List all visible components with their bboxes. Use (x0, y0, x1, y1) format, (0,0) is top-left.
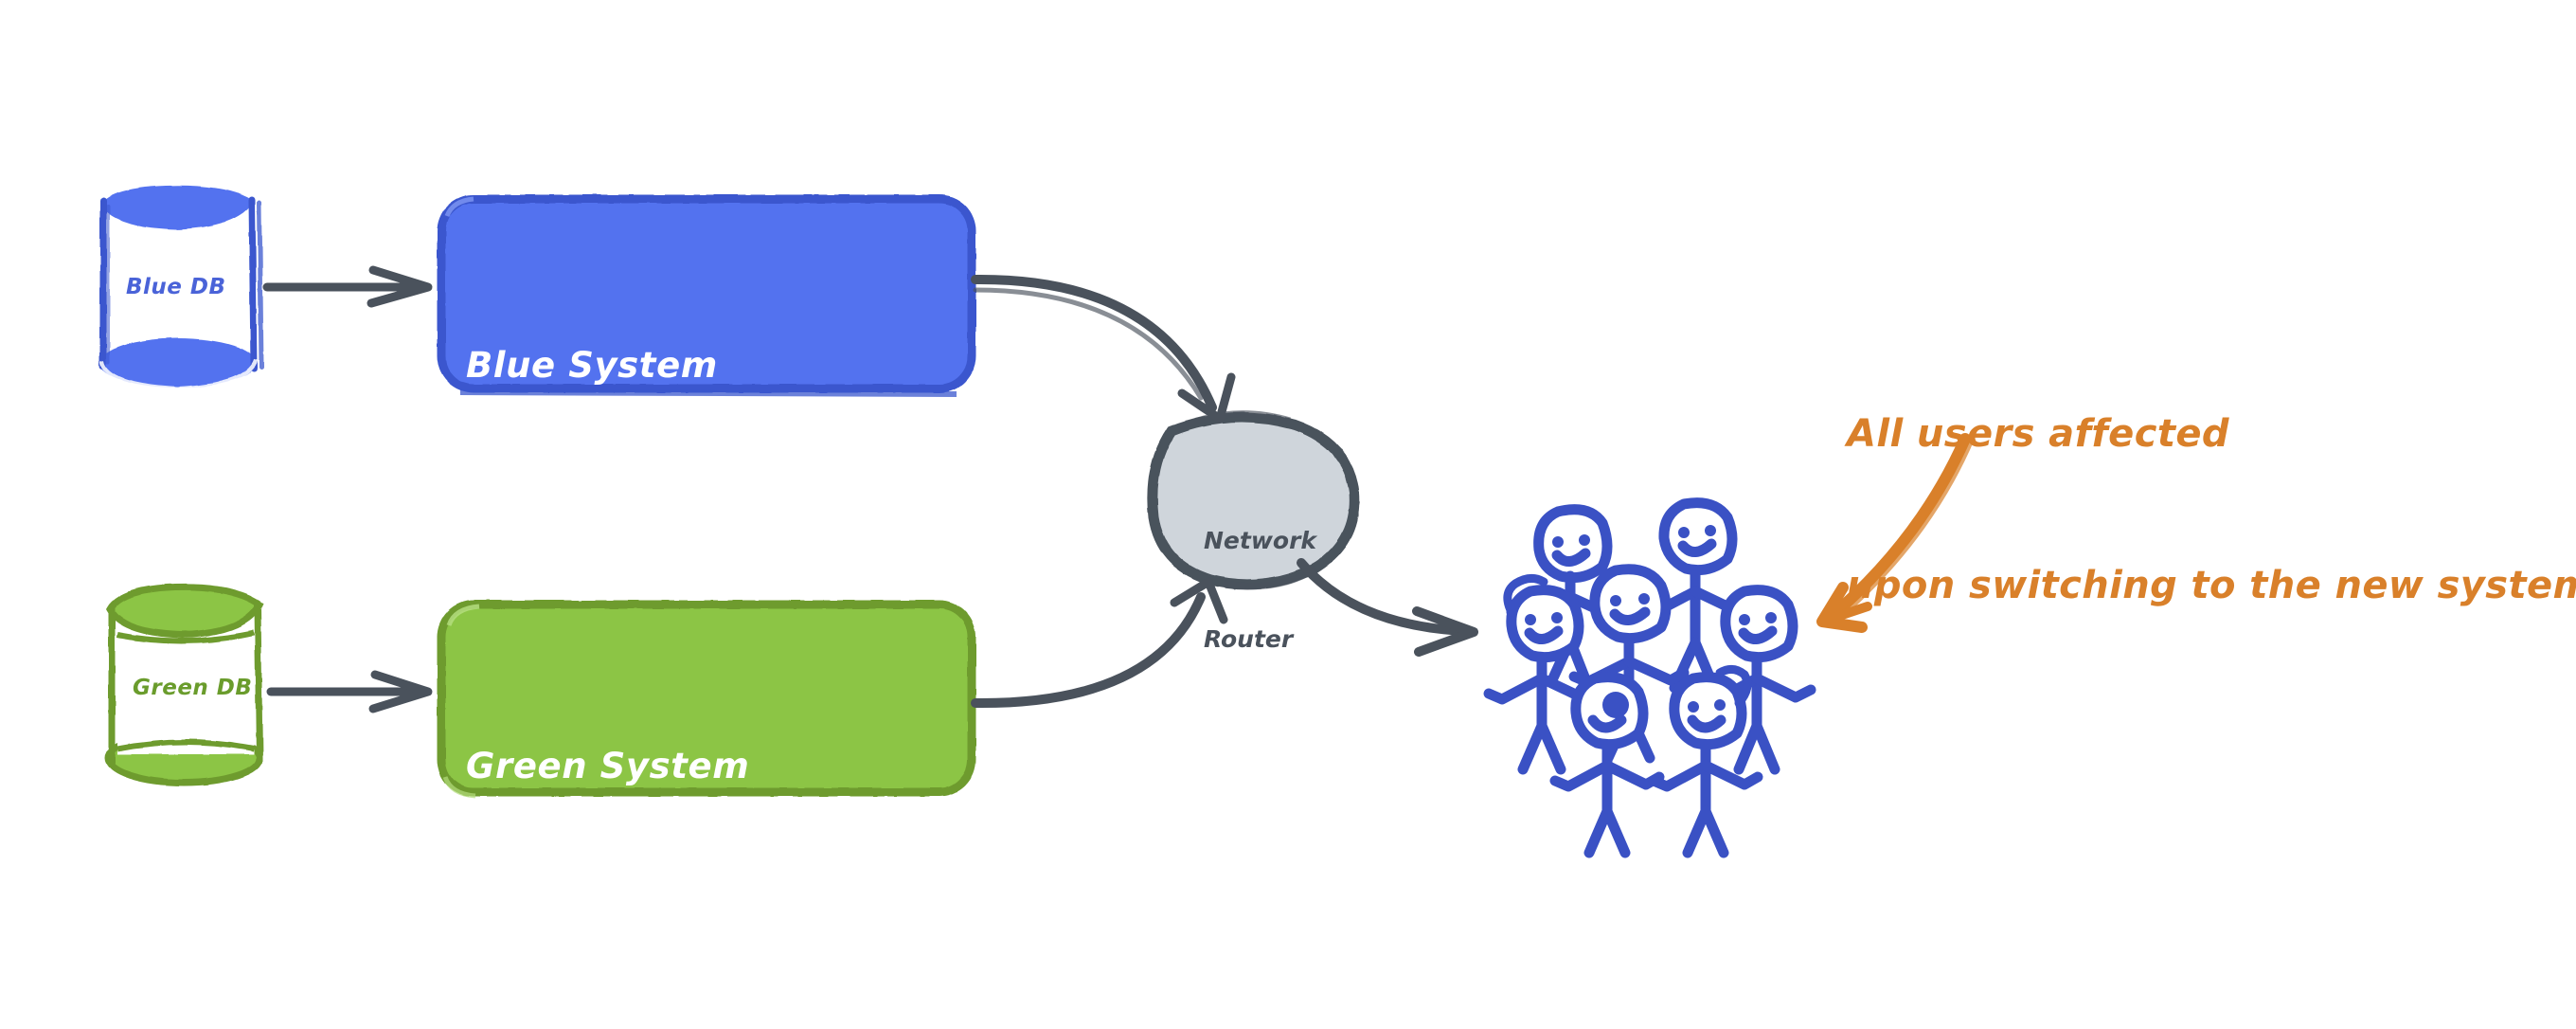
green-system-node[interactable] (437, 600, 976, 799)
blue-system-node[interactable] (437, 194, 976, 397)
diagram-canvas: Blue DB Green DB Blue System (Current Ap… (0, 0, 2576, 951)
users-crowd-icon (1483, 497, 1816, 858)
edge-router-to-users (1297, 558, 1478, 657)
diagram-svg (99, 185, 1975, 858)
green-db-node[interactable] (104, 584, 264, 786)
person-figure (1549, 672, 1665, 858)
edge-green-db-to-green-system (266, 670, 433, 713)
edge-blue-db-to-blue-system (262, 265, 433, 308)
curved-arrow-down-left-icon (1816, 433, 1975, 633)
edge-blue-system-to-router (971, 274, 1236, 424)
edge-green-system-to-router (971, 577, 1228, 709)
network-router-node[interactable] (1147, 410, 1360, 590)
blue-db-node[interactable] (99, 185, 264, 391)
